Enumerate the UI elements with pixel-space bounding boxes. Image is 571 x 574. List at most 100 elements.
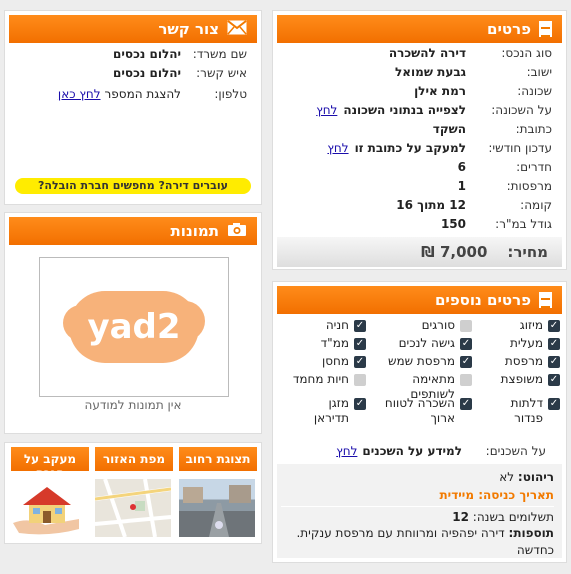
yad2-logo-text: yad2 <box>87 307 181 347</box>
tab-follow-label: מעקב על הנכס <box>23 452 77 471</box>
contact-header: צור קשר <box>9 15 257 43</box>
details-row: עדכון חודשי: למעקב על כתובת זו לחץ <box>273 138 566 157</box>
details-row-label: מרפסות: <box>506 178 552 193</box>
tab-street-label: תצוגת רחוב <box>185 452 251 466</box>
entry-date-row: תאריך כניסה: מיידית <box>439 486 554 504</box>
price-value: 7,000 ₪ <box>421 243 488 261</box>
tab-area-map[interactable]: מפת האזור <box>95 447 173 471</box>
feature-item: השכרה לטווח ארוך ✓ <box>378 396 472 426</box>
details-row-label: שכונה: <box>517 83 552 98</box>
neighbors-value: למידע על השכנים <box>362 443 462 458</box>
details-row-label: כתובת: <box>515 121 552 136</box>
feature-label: מרפסת <box>504 354 543 368</box>
feature-item: דלתות פנדור ✓ <box>484 396 560 426</box>
area-map-thumbnail[interactable] <box>94 478 172 538</box>
details-row: כתובת: השקד <box>273 119 566 138</box>
details-row-value: 1 <box>457 178 466 193</box>
details-row-label: קומה: <box>520 197 552 212</box>
neighbors-label: על השכנים: <box>485 443 546 458</box>
details-row-label: עדכון חודשי: <box>488 140 552 155</box>
price-bar: מחיר: 7,000 ₪ <box>277 237 562 267</box>
tab-street-view[interactable]: תצוגת רחוב <box>179 447 257 471</box>
feature-item: גישה לנכים ✓ <box>378 336 472 351</box>
yad2-logo: yad2 <box>63 291 205 363</box>
details-row-value: 150 <box>440 216 466 231</box>
details-row-label: חדרים: <box>516 159 552 174</box>
contact-title: צור קשר <box>158 20 219 38</box>
feature-label: מעלית <box>509 336 543 350</box>
details-row-link[interactable]: לחץ <box>327 141 348 155</box>
document-icon <box>539 292 552 308</box>
contact-office-row: שם משרד: יהלום נכסים <box>5 44 261 63</box>
feature-label: גישה לנכים <box>398 336 455 350</box>
feature-checkbox-icon: ✓ <box>354 356 366 368</box>
feature-label: מיזוג <box>519 318 543 332</box>
feature-item: משופצת ✓ <box>484 372 560 387</box>
entry-date-value: מיידית <box>439 488 475 502</box>
entry-date-label: תאריך כניסה: <box>478 488 554 502</box>
person-label: איש קשר: <box>196 65 247 80</box>
details-row: ישוב: גבעת שמואל <box>273 62 566 81</box>
payments-value: 12 <box>452 510 469 524</box>
tab-area-map-label: מפת האזור <box>102 452 166 466</box>
show-phone-link[interactable]: לחץ כאן <box>58 87 101 101</box>
feature-checkbox-icon: ✓ <box>354 320 366 332</box>
document-icon <box>539 21 552 37</box>
photos-title: תמונות <box>170 222 219 240</box>
neighbors-row: על השכנים: למידע על השכנים לחץ <box>273 441 566 460</box>
moving-banner-text: עוברים דירה? מחפשים חברת הובלה? <box>38 179 228 192</box>
feature-item: סורגים ✓ <box>378 318 472 333</box>
feature-label: מחסן <box>321 354 349 368</box>
details-row-label: גודל במ"ר: <box>495 216 552 231</box>
office-value: יהלום נכסים <box>113 46 181 61</box>
house-hand-thumbnail[interactable] <box>9 479 85 537</box>
feature-checkbox-icon: ✓ <box>354 338 366 350</box>
feature-checkbox-icon: ✓ <box>460 398 472 410</box>
feature-item: מעלית ✓ <box>484 336 560 351</box>
details-row-value: השקד <box>432 121 466 136</box>
details-row-label: סוג הנכס: <box>501 45 552 60</box>
neighbors-link[interactable]: לחץ <box>336 444 357 458</box>
details-row-value: לצפייה בנתוני השכונה <box>343 102 466 117</box>
person-value: יהלום נכסים <box>113 65 181 80</box>
details-row-value: 6 <box>457 159 466 174</box>
details-row-label: ישוב: <box>526 64 552 79</box>
feature-label: סורגים <box>421 318 455 332</box>
street-view-thumbnail[interactable] <box>179 479 255 537</box>
details-row: חדרים: 6 <box>273 157 566 176</box>
details-row-label: על השכונה: <box>491 102 552 117</box>
details-row-value: גבעת שמואל <box>395 64 466 79</box>
feature-label: מרפסת שמש <box>387 354 455 368</box>
feature-label: משופצת <box>500 372 543 386</box>
furnished-value: לא <box>499 470 515 484</box>
feature-item: מזגן תדיראן ✓ <box>290 396 366 426</box>
feature-checkbox-icon: ✓ <box>460 356 472 368</box>
feature-label: דלתות פנדור <box>510 396 543 425</box>
feature-checkbox-icon: ✓ <box>548 320 560 332</box>
feature-label: ממ"ד <box>320 336 349 350</box>
feature-item: חיות מחמד ✓ <box>290 372 366 387</box>
feature-checkbox-icon: ✓ <box>548 338 560 350</box>
details-row-link[interactable]: לחץ <box>316 103 337 117</box>
details-title: פרטים <box>487 20 531 38</box>
details-row-value: למעקב על כתובת זו <box>354 140 466 155</box>
details-row: על השכונה: לצפייה בנתוני השכונה לחץ <box>273 100 566 119</box>
photos-header: תמונות <box>9 217 257 245</box>
moving-banner[interactable]: עוברים דירה? מחפשים חברת הובלה? <box>15 178 251 194</box>
tab-follow-property[interactable]: מעקב על הנכס <box>11 447 89 471</box>
feature-item: מרפסת שמש ✓ <box>378 354 472 369</box>
feature-checkbox-icon: ✓ <box>548 356 560 368</box>
feature-checkbox-icon: ✓ <box>354 374 366 386</box>
phone-text: להצגת המספר <box>104 86 181 101</box>
details-row: שכונה: רמת אילן <box>273 81 566 100</box>
feature-item: חניה ✓ <box>290 318 366 333</box>
price-label: מחיר: <box>507 243 548 261</box>
feature-label: חניה <box>325 318 349 332</box>
details-row: גודל במ"ר: 150 <box>273 214 566 233</box>
tabs-panel: תצוגת רחוב מפת האזור מעקב על הנכס <box>4 442 262 544</box>
envelope-icon <box>227 19 247 39</box>
contact-panel: צור קשר שם משרד: יהלום נכסים איש קשר: יה… <box>4 10 262 205</box>
office-label: שם משרד: <box>192 46 247 61</box>
feature-checkbox-icon: ✓ <box>548 374 560 386</box>
feature-label: חיות מחמד <box>292 372 349 386</box>
